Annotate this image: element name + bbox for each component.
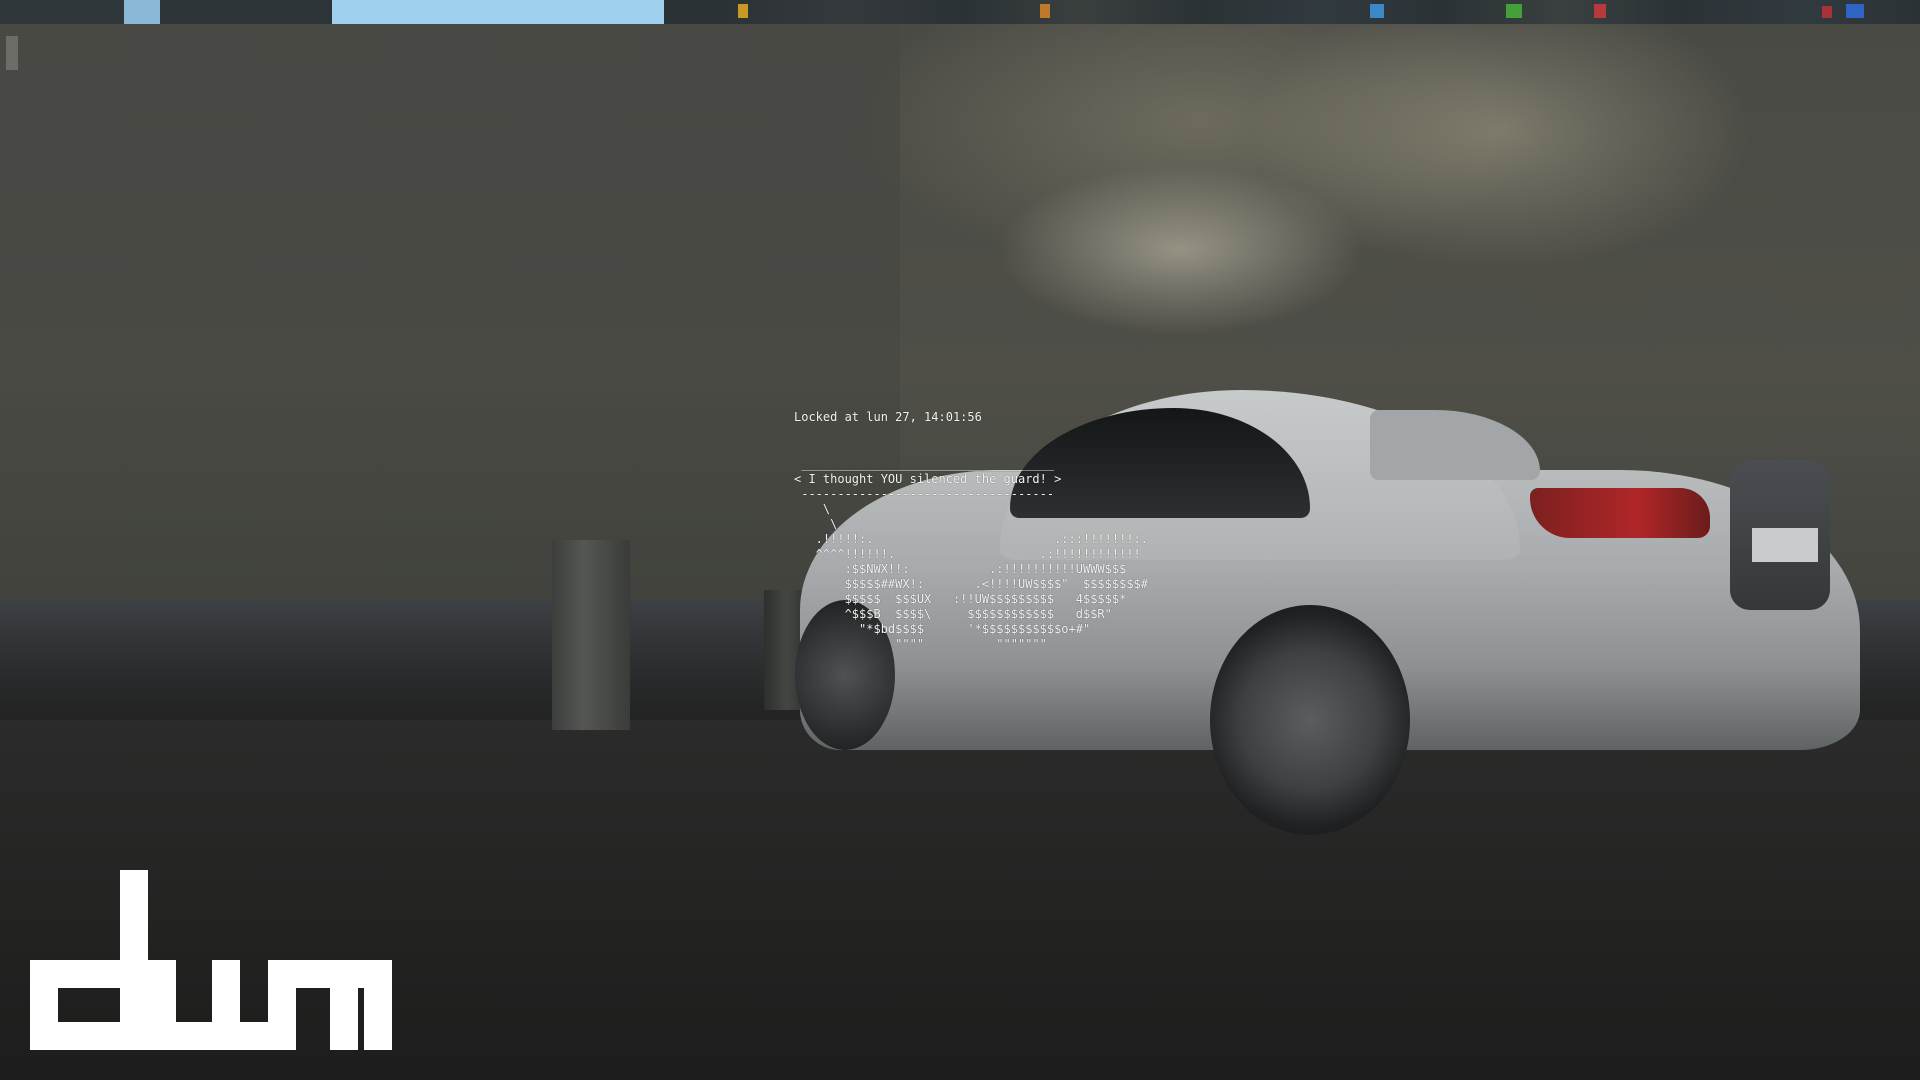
wallpaper-shade <box>0 24 900 624</box>
status-bar-gap <box>664 0 724 24</box>
wallpaper-bollard <box>552 540 630 730</box>
cowsay-art: ___________________________________ < I t… <box>794 457 1148 652</box>
locked-at-label: Locked at lun 27, 14:01:56 <box>794 410 982 424</box>
wallpaper-car-plate <box>1752 528 1818 562</box>
cowsay-line: :$$NWX!!: .:!!!!!!!!!!UWWW$$$ <box>794 562 1127 576</box>
cowsay-line: ^$$$B $$$$\ $$$$$$$$$$$$ d$$R" <box>794 607 1112 621</box>
wallpaper-car-rear-wheel <box>1210 605 1410 835</box>
cowsay-line: \ <box>794 517 838 531</box>
cursor-mark <box>6 36 18 70</box>
status-bar-tag-selected[interactable] <box>124 0 160 24</box>
wallpaper-car-taillight <box>1530 488 1710 538</box>
dwm-logo <box>30 870 392 1050</box>
cowsay-line: $$$$$ $$$UX :!!UW$$$$$$$$$ 4$$$$$* <box>794 592 1127 606</box>
tray-icon-red[interactable] <box>1594 4 1606 18</box>
cowsay-line: .!!!!!:. .:::!!!!!!!:. <box>794 532 1149 546</box>
cowsay-line: ----------------------------------- <box>794 487 1055 501</box>
tray-icon-orange[interactable] <box>1040 4 1050 18</box>
cowsay-line: < I thought YOU silenced the guard! > <box>794 472 1062 486</box>
status-bar-tags[interactable] <box>0 0 124 24</box>
cowsay-line: "*$bd$$$$ '*$$$$$$$$$$$o+#" <box>794 622 1091 636</box>
cowsay-line: ^^^^!!!!!!. .:!!!!!!!!!!!! <box>794 547 1141 561</box>
tray-icon-red-2[interactable] <box>1822 6 1832 18</box>
tray-icon-green[interactable] <box>1506 4 1522 18</box>
tray-icon-blue-2[interactable] <box>1846 4 1864 18</box>
tray-icon-yellow[interactable] <box>738 4 748 18</box>
status-bar <box>0 0 1920 24</box>
status-bar-window-title[interactable] <box>332 0 664 24</box>
cowsay-line: """" """"""" <box>794 637 1047 651</box>
cowsay-line: ___________________________________ <box>794 457 1055 471</box>
tray-icon-blue[interactable] <box>1370 4 1384 18</box>
lock-message: Locked at lun 27, 14:01:56 _____________… <box>794 380 1148 682</box>
status-bar-tags-rest[interactable] <box>160 0 332 24</box>
lock-screen: Locked at lun 27, 14:01:56 _____________… <box>0 0 1920 1080</box>
status-bar-status-text <box>724 0 1920 24</box>
cowsay-line: $$$$$##WX!: .<!!!!UW$$$$" $$$$$$$$# <box>794 577 1149 591</box>
cowsay-line: \ <box>794 502 831 516</box>
